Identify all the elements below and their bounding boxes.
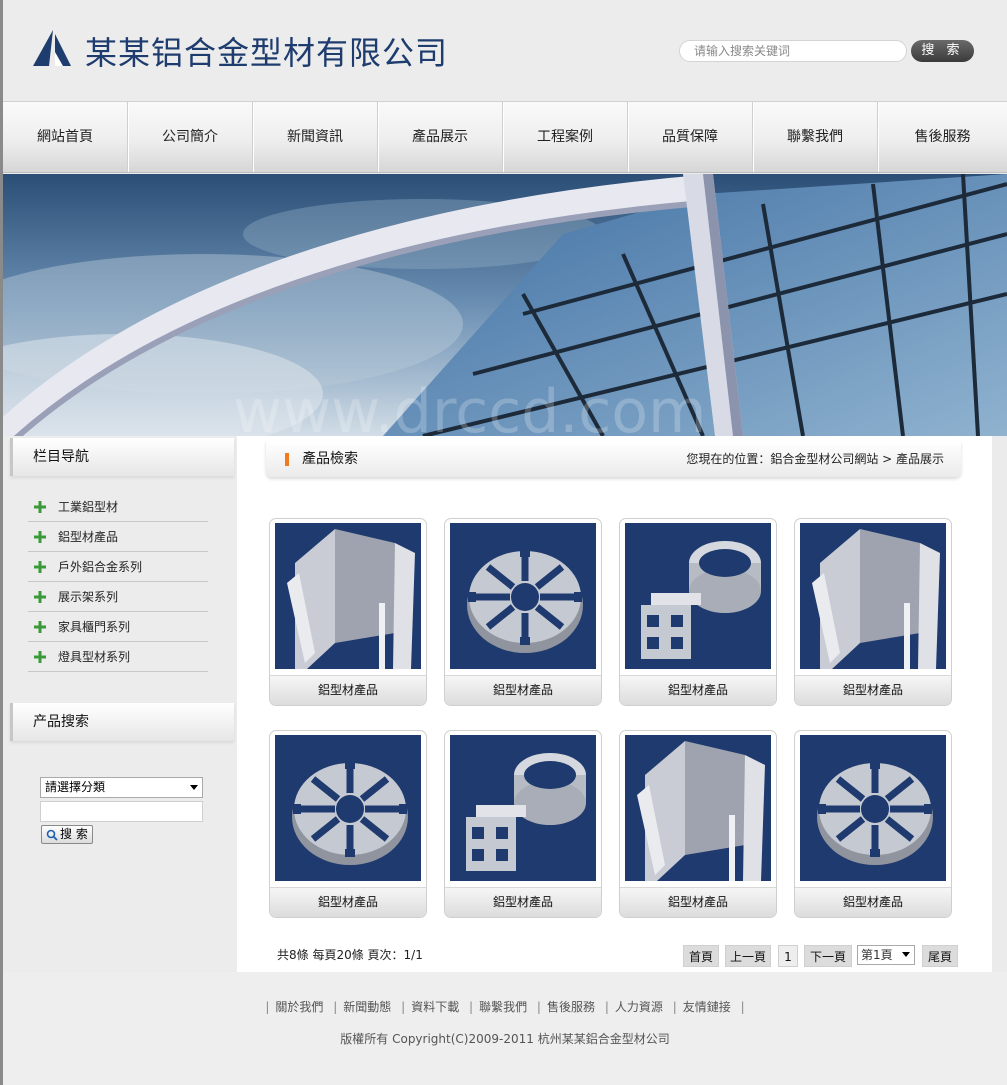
chevron-down-icon bbox=[902, 952, 910, 957]
company-name: 某某铝合金型材有限公司 bbox=[85, 34, 449, 72]
nav-item-products[interactable]: 產品展示 bbox=[378, 102, 503, 172]
plus-icon bbox=[34, 501, 46, 513]
sidebar-item-label: 燈具型材系列 bbox=[58, 650, 131, 664]
round-profile-icon[interactable] bbox=[275, 735, 421, 881]
footer-link-friends[interactable]: 友情鏈接 bbox=[683, 1000, 731, 1014]
nav-item-service[interactable]: 售後服務 bbox=[878, 102, 1007, 172]
category-select[interactable]: 請選擇分類 bbox=[40, 777, 203, 798]
pager-info: 共8條 每頁20條 頁次：1/1 bbox=[277, 948, 423, 962]
tube-profile-icon[interactable] bbox=[625, 523, 771, 669]
sidebar-item[interactable]: 工業鋁型材 bbox=[28, 492, 208, 522]
section-title: 產品檢索 bbox=[302, 451, 358, 467]
nav-item-news[interactable]: 新聞資訊 bbox=[253, 102, 378, 172]
plus-icon bbox=[34, 561, 46, 573]
logo-icon bbox=[33, 30, 71, 66]
copyright: 版權所有 Copyright(C)2009-2011 杭州某某鋁合金型材公司 bbox=[340, 1032, 670, 1046]
sidebar-item-label: 鋁型材產品 bbox=[58, 530, 119, 544]
product-name[interactable]: 鋁型材產品 bbox=[620, 675, 776, 705]
plus-icon bbox=[34, 621, 46, 633]
search-input[interactable]: 请输入搜索关键词 bbox=[679, 40, 907, 62]
nav-item-contact[interactable]: 聯繫我們 bbox=[753, 102, 878, 172]
sidebar-item[interactable]: 戶外鋁合金系列 bbox=[28, 552, 208, 582]
plus-icon bbox=[34, 591, 46, 603]
sidebar-search-label: 搜 索 bbox=[60, 827, 88, 841]
main-nav: 網站首頁 公司簡介 新聞資訊 產品展示 工程案例 品質保障 聯繫我們 售後服務 bbox=[3, 101, 1007, 173]
product-name[interactable]: 鋁型材產品 bbox=[445, 887, 601, 917]
sidebar-item[interactable]: 鋁型材產品 bbox=[28, 522, 208, 552]
sidebar-nav-list: 工業鋁型材 鋁型材產品 戶外鋁合金系列 展示架系列 家具櫃門系列 燈具型材系列 bbox=[28, 492, 208, 672]
footer-links: | 關於我們 | 新聞動態 | 資料下載 | 聯繫我們 | 售後服務 | 人力資源 | 友情鏈… bbox=[265, 1000, 745, 1014]
sidebar-item[interactable]: 燈具型材系列 bbox=[28, 642, 208, 672]
tube-profile-icon[interactable] bbox=[450, 735, 596, 881]
round-profile-icon[interactable] bbox=[450, 523, 596, 669]
sidebar-search-title: 产品搜索 bbox=[10, 703, 234, 741]
sidebar-search-button[interactable]: 搜 索 bbox=[41, 825, 93, 844]
product-card[interactable]: 鋁型材產品 bbox=[269, 518, 427, 706]
search-icon bbox=[46, 829, 58, 841]
sidebar-item-label: 展示架系列 bbox=[58, 590, 119, 604]
plus-icon bbox=[34, 531, 46, 543]
section-header: 產品檢索 您現在的位置：鋁合金型材公司網站 > 產品展示 bbox=[266, 441, 961, 477]
product-name[interactable]: 鋁型材產品 bbox=[445, 675, 601, 705]
pager-last-button[interactable]: 尾頁 bbox=[922, 945, 958, 967]
product-card[interactable]: 鋁型材產品 bbox=[619, 730, 777, 918]
product-card[interactable]: 鋁型材產品 bbox=[444, 730, 602, 918]
header: 某某铝合金型材有限公司 请输入搜索关键词 搜 索 bbox=[3, 0, 1007, 101]
product-card[interactable]: 鋁型材產品 bbox=[794, 518, 952, 706]
sidebar-item[interactable]: 家具櫃門系列 bbox=[28, 612, 208, 642]
nav-item-quality[interactable]: 品質保障 bbox=[628, 102, 753, 172]
category-select-value: 請選擇分類 bbox=[45, 780, 106, 794]
channel-icon[interactable] bbox=[275, 523, 421, 669]
product-name[interactable]: 鋁型材產品 bbox=[270, 887, 426, 917]
channel-icon[interactable] bbox=[625, 735, 771, 881]
footer-link-downloads[interactable]: 資料下載 bbox=[411, 1000, 459, 1014]
pager-page-select-value: 第1頁 bbox=[861, 948, 893, 962]
banner-watermark: www.drccd.com bbox=[233, 377, 707, 436]
sidebar-item[interactable]: 展示架系列 bbox=[28, 582, 208, 612]
pager-next-button[interactable]: 下一頁 bbox=[804, 945, 852, 967]
pager-first-button[interactable]: 首頁 bbox=[683, 945, 719, 967]
footer-link-contact[interactable]: 聯繫我們 bbox=[479, 1000, 527, 1014]
product-card[interactable]: 鋁型材產品 bbox=[619, 518, 777, 706]
keyword-input[interactable] bbox=[40, 801, 203, 822]
product-card[interactable]: 鋁型材產品 bbox=[444, 518, 602, 706]
sidebar-item-label: 戶外鋁合金系列 bbox=[58, 560, 143, 574]
sidebar-item-label: 工業鋁型材 bbox=[58, 500, 119, 514]
footer-link-about[interactable]: 關於我們 bbox=[275, 1000, 323, 1014]
chevron-down-icon bbox=[190, 785, 198, 790]
breadcrumb: 您現在的位置：鋁合金型材公司網站 > 產品展示 bbox=[686, 452, 944, 466]
footer: | 關於我們 | 新聞動態 | 資料下載 | 聯繫我們 | 售後服務 | 人力資源 | 友情鏈… bbox=[3, 972, 1007, 1085]
round-profile-icon[interactable] bbox=[800, 735, 946, 881]
product-name[interactable]: 鋁型材產品 bbox=[270, 675, 426, 705]
main-content: 產品檢索 您現在的位置：鋁合金型材公司網站 > 產品展示 鋁型材產品 鋁型材產品鋁… bbox=[237, 436, 992, 972]
accent-bar bbox=[285, 453, 289, 466]
plus-icon bbox=[34, 651, 46, 663]
nav-item-home[interactable]: 網站首頁 bbox=[3, 102, 128, 172]
footer-link-service[interactable]: 售後服務 bbox=[547, 1000, 595, 1014]
channel-icon[interactable] bbox=[800, 523, 946, 669]
nav-item-projects[interactable]: 工程案例 bbox=[503, 102, 628, 172]
pager-page-select[interactable]: 第1頁 bbox=[857, 945, 915, 965]
footer-link-news[interactable]: 新聞動態 bbox=[343, 1000, 391, 1014]
product-name[interactable]: 鋁型材產品 bbox=[620, 887, 776, 917]
product-name[interactable]: 鋁型材產品 bbox=[795, 675, 951, 705]
nav-item-about[interactable]: 公司簡介 bbox=[128, 102, 253, 172]
sidebar-nav-title: 栏目导航 bbox=[10, 438, 234, 476]
footer-link-hr[interactable]: 人力資源 bbox=[615, 1000, 663, 1014]
product-card[interactable]: 鋁型材產品 bbox=[269, 730, 427, 918]
sidebar-item-label: 家具櫃門系列 bbox=[58, 620, 131, 634]
banner-image: www.drccd.com bbox=[3, 174, 1007, 436]
product-card[interactable]: 鋁型材產品 bbox=[794, 730, 952, 918]
pager-prev-button[interactable]: 上一頁 bbox=[725, 945, 771, 967]
product-name[interactable]: 鋁型材產品 bbox=[795, 887, 951, 917]
search-button[interactable]: 搜 索 bbox=[911, 40, 974, 62]
pager-current-page[interactable]: 1 bbox=[778, 945, 798, 967]
